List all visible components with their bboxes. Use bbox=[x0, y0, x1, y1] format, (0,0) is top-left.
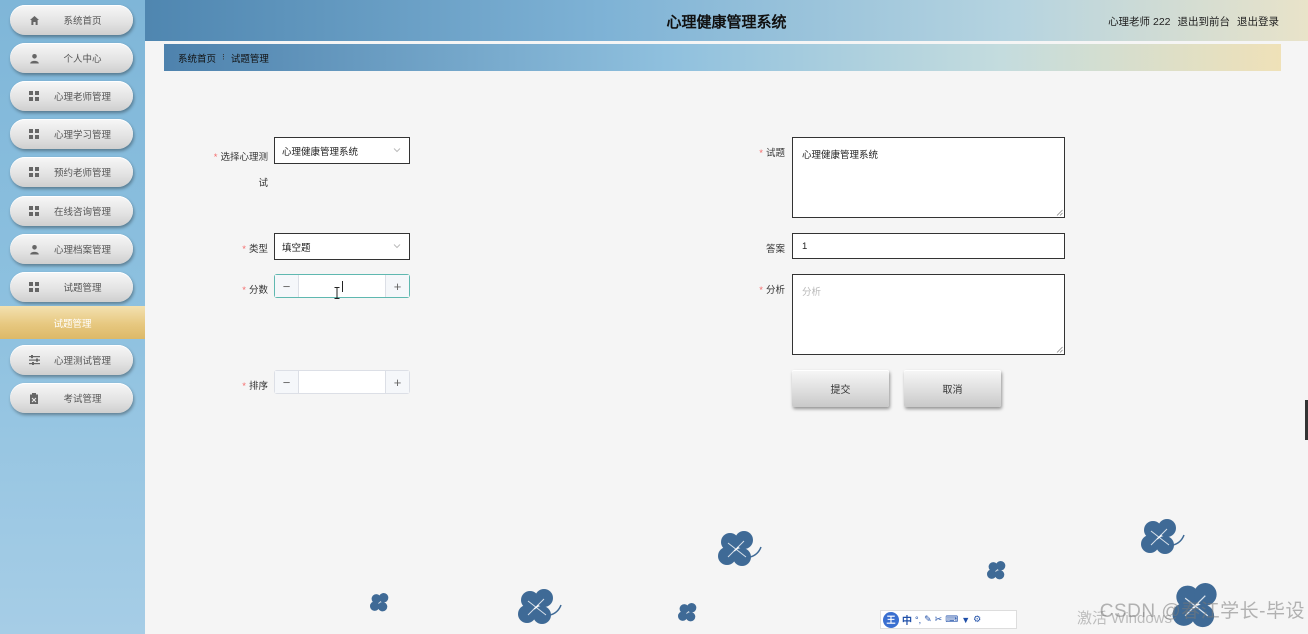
ime-mode[interactable]: 中 bbox=[902, 612, 912, 627]
breadcrumb-separator: ⁝ bbox=[222, 52, 225, 62]
clipboard-icon bbox=[28, 392, 40, 404]
grid-icon bbox=[28, 166, 40, 178]
type-select-value: 填空题 bbox=[282, 242, 311, 254]
ime-logo-icon: 王 bbox=[883, 611, 899, 628]
answer-label: 答案 bbox=[765, 244, 785, 255]
chevron-down-icon bbox=[393, 148, 401, 153]
sidebar-item-tests[interactable]: 心理测试管理 bbox=[10, 345, 133, 375]
sidebar-item-consult[interactable]: 在线咨询管理 bbox=[10, 196, 133, 226]
settings-gear-icon[interactable]: ⚙ bbox=[973, 614, 981, 625]
text-cursor-icon bbox=[334, 287, 340, 299]
sidebar-item-study[interactable]: 心理学习管理 bbox=[10, 119, 133, 149]
question-label: * 试题 bbox=[759, 148, 785, 159]
score-decrement-button[interactable]: − bbox=[275, 275, 299, 297]
cancel-button[interactable]: 取消 bbox=[904, 370, 1001, 407]
top-header: 心理健康管理系统 心理老师 222 退出到前台 退出登录 bbox=[145, 0, 1308, 41]
answer-input[interactable]: 1 bbox=[792, 233, 1065, 259]
exit-to-front-link[interactable]: 退出到前台 bbox=[1178, 14, 1231, 29]
scissors-icon[interactable]: ✂ bbox=[935, 614, 943, 625]
skin-icon[interactable]: ▼ bbox=[961, 615, 970, 625]
sidebar-item-profile[interactable]: 个人中心 bbox=[10, 43, 133, 73]
clover-decoration-icon bbox=[1141, 519, 1185, 554]
sidebar-item-teacher[interactable]: 心理老师管理 bbox=[10, 81, 133, 111]
question-textarea[interactable]: 心理健康管理系统 bbox=[792, 137, 1065, 218]
grid-icon bbox=[28, 128, 40, 140]
resize-grip-icon[interactable] bbox=[1056, 209, 1063, 216]
score-increment-button[interactable]: + bbox=[385, 275, 409, 297]
order-input[interactable] bbox=[299, 371, 385, 393]
order-label: * 排序 bbox=[242, 381, 268, 392]
type-select[interactable]: 填空题 bbox=[274, 233, 410, 260]
clover-decoration-icon bbox=[518, 589, 562, 624]
home-icon bbox=[28, 14, 40, 26]
test-select[interactable]: 心理健康管理系统 bbox=[274, 137, 410, 164]
clover-decoration-icon bbox=[370, 593, 389, 612]
sidebar-item-archive[interactable]: 心理档案管理 bbox=[10, 234, 133, 264]
punctuation-icon[interactable]: °, bbox=[915, 615, 921, 625]
order-stepper[interactable]: − + bbox=[274, 370, 410, 394]
breadcrumb-current: 试题管理 bbox=[230, 53, 269, 65]
required-mark: * bbox=[759, 148, 763, 159]
score-input[interactable] bbox=[299, 275, 385, 297]
logout-link[interactable]: 退出登录 bbox=[1237, 14, 1279, 29]
order-decrement-button[interactable]: − bbox=[275, 371, 299, 393]
required-mark: * bbox=[242, 381, 246, 392]
analysis-label: * 分析 bbox=[759, 285, 785, 296]
sidebar: 系统首页 个人中心 心理老师管理 心理学习管理 预约老师管理 在线咨询管理 心理… bbox=[0, 0, 145, 634]
grid-icon bbox=[28, 205, 40, 217]
sliders-icon bbox=[28, 354, 40, 366]
sidebar-item-exams[interactable]: 考试管理 bbox=[10, 383, 133, 413]
text-caret bbox=[342, 281, 343, 292]
score-stepper[interactable]: − + bbox=[274, 274, 410, 298]
breadcrumb: 系统首页 ⁝ 试题管理 bbox=[164, 44, 1281, 71]
resize-grip-icon[interactable] bbox=[1056, 346, 1063, 353]
order-increment-button[interactable]: + bbox=[385, 371, 409, 393]
grid-icon bbox=[28, 281, 40, 293]
submit-button[interactable]: 提交 bbox=[792, 370, 889, 407]
sidebar-subitem-questions-active[interactable]: 试题管理 bbox=[0, 306, 145, 339]
chevron-down-icon bbox=[393, 244, 401, 249]
keyboard-icon[interactable]: ⌨ bbox=[945, 614, 958, 625]
analysis-textarea[interactable]: 分析 bbox=[792, 274, 1065, 355]
clover-decoration-icon bbox=[678, 603, 697, 622]
csdn-watermark: CSDN @春江学长-毕设 bbox=[1099, 601, 1305, 622]
required-mark: * bbox=[242, 285, 246, 296]
person-icon bbox=[28, 52, 40, 64]
required-mark: * bbox=[759, 285, 763, 296]
analysis-placeholder: 分析 bbox=[802, 287, 822, 298]
sidebar-item-home[interactable]: 系统首页 bbox=[10, 5, 133, 35]
score-label: * 分数 bbox=[242, 285, 268, 296]
breadcrumb-home[interactable]: 系统首页 bbox=[178, 51, 216, 65]
test-select-label: * 选择心理测试 bbox=[213, 152, 268, 189]
required-mark: * bbox=[242, 244, 246, 255]
person-icon bbox=[28, 243, 40, 255]
question-text: 心理健康管理系统 bbox=[802, 150, 879, 161]
clover-decoration-icon bbox=[987, 561, 1006, 580]
type-label: * 类型 bbox=[242, 244, 268, 255]
required-mark: * bbox=[213, 152, 218, 163]
grid-icon bbox=[28, 90, 40, 102]
sidebar-item-questions[interactable]: 试题管理 bbox=[10, 272, 133, 302]
clover-decoration-icon bbox=[718, 531, 762, 566]
user-label: 心理老师 222 bbox=[1108, 16, 1171, 28]
pen-icon[interactable]: ✎ bbox=[924, 614, 932, 625]
user-area: 心理老师 222 退出到前台 退出登录 bbox=[1108, 14, 1279, 29]
sidebar-item-booking[interactable]: 预约老师管理 bbox=[10, 157, 133, 187]
ime-toolbar[interactable]: 王 中 °, ✎ ✂ ⌨ ▼ ⚙ bbox=[880, 610, 1017, 629]
test-select-value: 心理健康管理系统 bbox=[282, 146, 359, 158]
